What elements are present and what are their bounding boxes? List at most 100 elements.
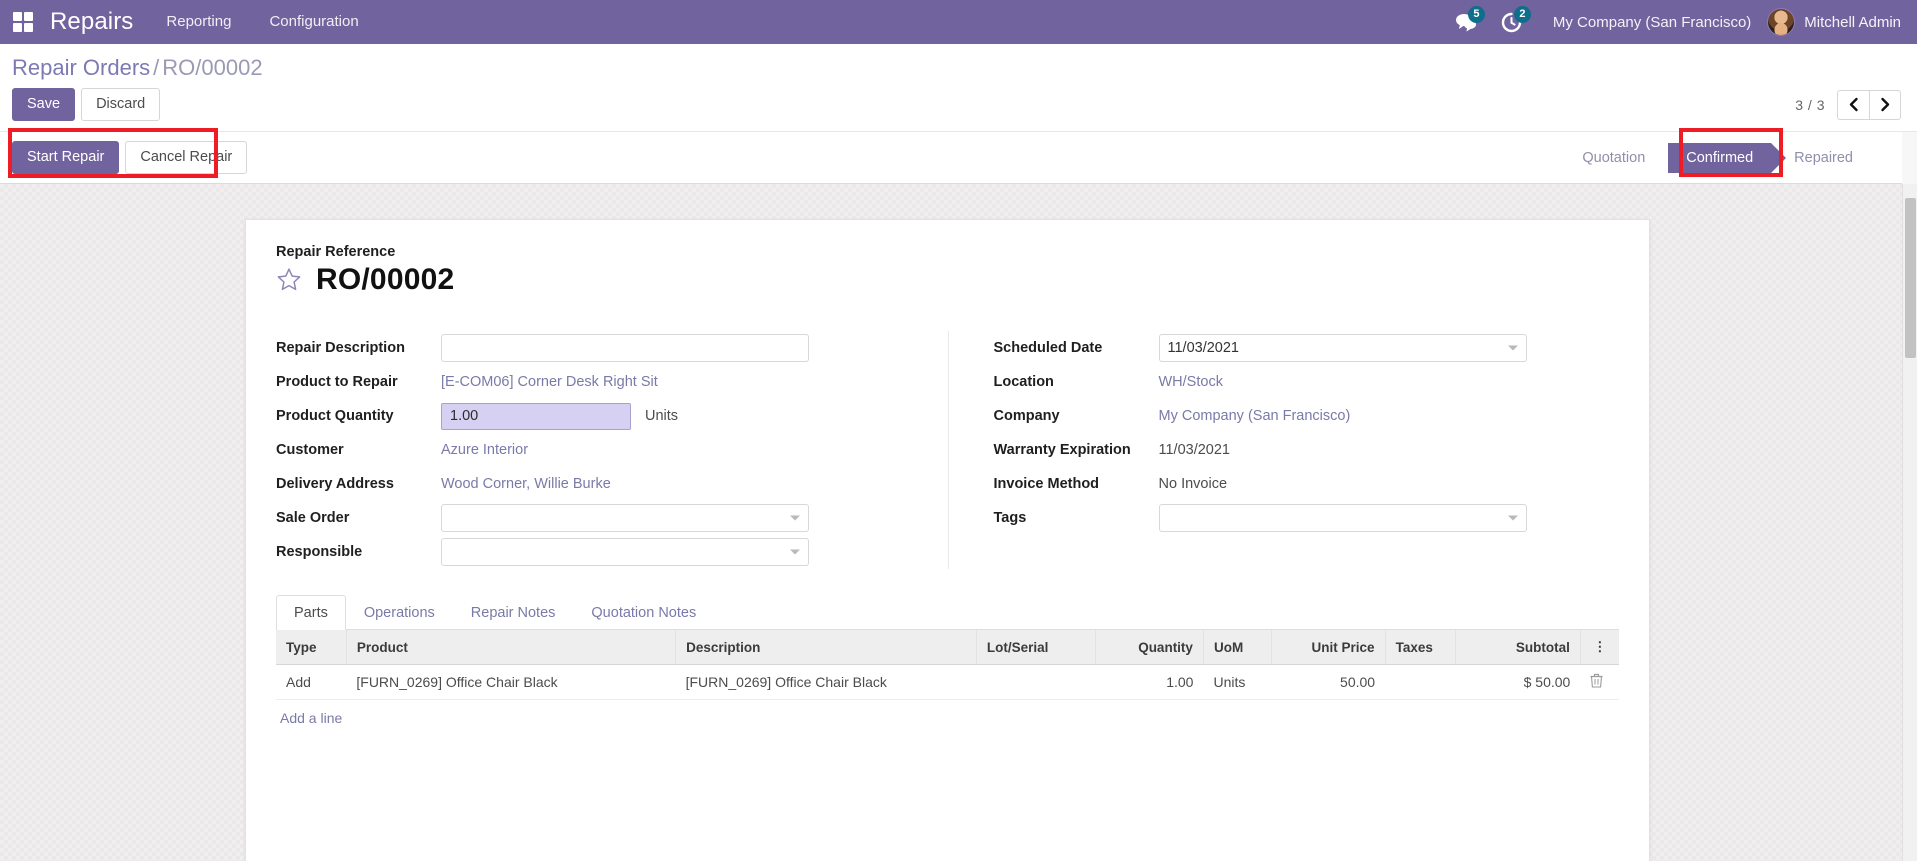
tab-quotation-notes[interactable]: Quotation Notes bbox=[573, 595, 714, 630]
label-scheduled-date: Scheduled Date bbox=[993, 340, 1103, 356]
col-lot-serial[interactable]: Lot/Serial bbox=[976, 630, 1097, 665]
star-outline-icon[interactable] bbox=[276, 267, 302, 293]
field-invoice-method: Invoice Method No Invoice bbox=[994, 467, 1620, 501]
cell-description[interactable]: [FURN_0269] Office Chair Black bbox=[675, 664, 977, 700]
breadcrumb: Repair Orders / RO/00002 bbox=[12, 54, 263, 82]
navbar-right-group: 5 2 My Company (San Francisco) Mitchell … bbox=[1443, 0, 1917, 44]
location-value[interactable]: WH/Stock bbox=[1159, 374, 1620, 390]
status-confirmed[interactable]: Confirmed bbox=[1653, 142, 1787, 173]
app-brand-title[interactable]: Repairs bbox=[46, 0, 147, 44]
user-menu[interactable]: Mitchell Admin bbox=[1767, 8, 1901, 36]
menu-configuration[interactable]: Configuration bbox=[250, 0, 377, 44]
product-to-repair-value[interactable]: [E-COM06] Corner Desk Right Sit bbox=[441, 374, 948, 390]
messages-button[interactable]: 5 bbox=[1443, 0, 1489, 44]
cell-product[interactable]: [FURN_0269] Office Chair Black bbox=[346, 664, 676, 700]
warranty-expiration-value: 11/03/2021 bbox=[1158, 442, 1231, 458]
col-unit-price[interactable]: Unit Price bbox=[1271, 630, 1386, 665]
user-name-label: Mitchell Admin bbox=[1804, 13, 1901, 31]
cell-taxes[interactable] bbox=[1385, 664, 1456, 700]
company-value[interactable]: My Company (San Francisco) bbox=[1159, 408, 1620, 424]
cell-quantity[interactable]: 1.00 bbox=[1095, 664, 1204, 700]
avatar bbox=[1767, 8, 1796, 36]
field-product-to-repair: Product to Repair [E-COM06] Corner Desk … bbox=[276, 365, 948, 399]
repair-description-input[interactable] bbox=[441, 334, 809, 362]
tab-repair-notes[interactable]: Repair Notes bbox=[453, 595, 574, 630]
col-quantity[interactable]: Quantity bbox=[1095, 630, 1204, 665]
optional-columns-icon[interactable]: ⋮ bbox=[1580, 630, 1619, 665]
apps-menu-button[interactable] bbox=[0, 0, 46, 44]
scheduled-date-input[interactable]: 11/03/2021 bbox=[1158, 334, 1527, 362]
delete-line-button[interactable] bbox=[1580, 664, 1619, 700]
menu-reporting[interactable]: Reporting bbox=[147, 0, 250, 44]
field-product-quantity: Product Quantity Units bbox=[276, 399, 948, 433]
col-product[interactable]: Product bbox=[346, 630, 677, 665]
label-location: Location bbox=[993, 374, 1054, 390]
col-taxes[interactable]: Taxes bbox=[1385, 630, 1456, 665]
discard-button[interactable]: Discard bbox=[81, 88, 161, 121]
tab-parts[interactable]: Parts bbox=[276, 595, 346, 630]
responsible-select[interactable] bbox=[441, 538, 809, 566]
messages-badge: 5 bbox=[1467, 6, 1485, 23]
product-quantity-input[interactable] bbox=[441, 402, 631, 430]
statusbar-scroll-spacer bbox=[1902, 132, 1917, 185]
breadcrumb-separator: / bbox=[153, 55, 160, 80]
sale-order-select[interactable] bbox=[441, 504, 809, 532]
activities-badge: 2 bbox=[1513, 6, 1531, 23]
pager-buttons bbox=[1837, 89, 1901, 120]
tab-operations[interactable]: Operations bbox=[346, 595, 453, 630]
pager-previous-button[interactable] bbox=[1837, 89, 1869, 120]
col-uom[interactable]: UoM bbox=[1203, 630, 1273, 665]
parts-table-head: Type Product Description Lot/Serial Quan… bbox=[276, 630, 1619, 665]
company-switcher[interactable]: My Company (San Francisco) bbox=[1535, 14, 1767, 31]
field-company: Company My Company (San Francisco) bbox=[994, 399, 1620, 433]
status-quotation[interactable]: Quotation bbox=[1570, 145, 1657, 171]
start-repair-button[interactable]: Start Repair bbox=[12, 141, 120, 174]
control-panel-buttons-row: Save Discard 3 / 3 bbox=[0, 82, 1917, 131]
field-location: Location WH/Stock bbox=[994, 365, 1620, 399]
repair-reference-value: RO/00002 bbox=[316, 263, 455, 296]
label-sale-order: Sale Order bbox=[276, 510, 350, 526]
chevron-down-icon bbox=[790, 515, 800, 521]
col-type[interactable]: Type bbox=[276, 630, 347, 665]
field-delivery-address: Delivery Address Wood Corner, Willie Bur… bbox=[276, 467, 948, 501]
cell-lot-serial[interactable] bbox=[976, 664, 1096, 700]
parts-table: Type Product Description Lot/Serial Quan… bbox=[276, 630, 1619, 700]
page-scrollbar[interactable] bbox=[1902, 184, 1917, 861]
cell-uom[interactable]: Units bbox=[1203, 664, 1272, 700]
label-product-quantity: Product Quantity bbox=[276, 408, 394, 424]
label-product-to-repair: Product to Repair bbox=[276, 374, 398, 390]
label-company: Company bbox=[993, 408, 1060, 424]
label-responsible: Responsible bbox=[276, 544, 363, 560]
activities-button[interactable]: 2 bbox=[1489, 0, 1535, 44]
save-button[interactable]: Save bbox=[12, 88, 76, 121]
breadcrumb-parent[interactable]: Repair Orders bbox=[12, 55, 150, 80]
customer-value[interactable]: Azure Interior bbox=[441, 442, 948, 458]
pager-next-button[interactable] bbox=[1869, 89, 1901, 120]
field-tags: Tags bbox=[994, 501, 1620, 535]
delivery-address-value[interactable]: Wood Corner, Willie Burke bbox=[441, 476, 948, 492]
cancel-repair-button[interactable]: Cancel Repair bbox=[125, 141, 248, 174]
tags-select[interactable] bbox=[1158, 504, 1527, 532]
scrollbar-thumb[interactable] bbox=[1905, 198, 1916, 358]
repair-reference-row: RO/00002 bbox=[276, 263, 1619, 297]
cell-type[interactable]: Add bbox=[276, 664, 347, 700]
status-repaired[interactable]: Repaired bbox=[1782, 145, 1865, 171]
breadcrumb-row: Repair Orders / RO/00002 bbox=[0, 44, 1917, 82]
table-row[interactable]: Add [FURN_0269] Office Chair Black [FURN… bbox=[276, 664, 1619, 700]
field-warranty-expiration: Warranty Expiration 11/03/2021 bbox=[994, 433, 1620, 467]
invoice-method-value: No Invoice bbox=[1158, 476, 1228, 492]
field-repair-description: Repair Description bbox=[276, 331, 948, 365]
parts-table-body: Add [FURN_0269] Office Chair Black [FURN… bbox=[276, 664, 1619, 700]
add-a-line-button[interactable]: Add a line bbox=[276, 700, 352, 736]
chevron-left-icon bbox=[1849, 97, 1858, 112]
col-description[interactable]: Description bbox=[675, 630, 977, 665]
col-subtotal[interactable]: Subtotal bbox=[1455, 630, 1581, 665]
cell-subtotal[interactable]: $ 50.00 bbox=[1455, 664, 1581, 700]
chevron-right-icon bbox=[1880, 97, 1889, 112]
record-sheet: Repair Reference RO/00002 Repair Descrip… bbox=[245, 219, 1650, 861]
field-customer: Customer Azure Interior bbox=[276, 433, 948, 467]
action-statusbar: Start Repair Cancel Repair Quotation Con… bbox=[0, 131, 1917, 185]
chevron-down-icon bbox=[790, 549, 800, 555]
cell-unit-price[interactable]: 50.00 bbox=[1271, 664, 1386, 700]
chevron-down-icon bbox=[1507, 345, 1518, 351]
